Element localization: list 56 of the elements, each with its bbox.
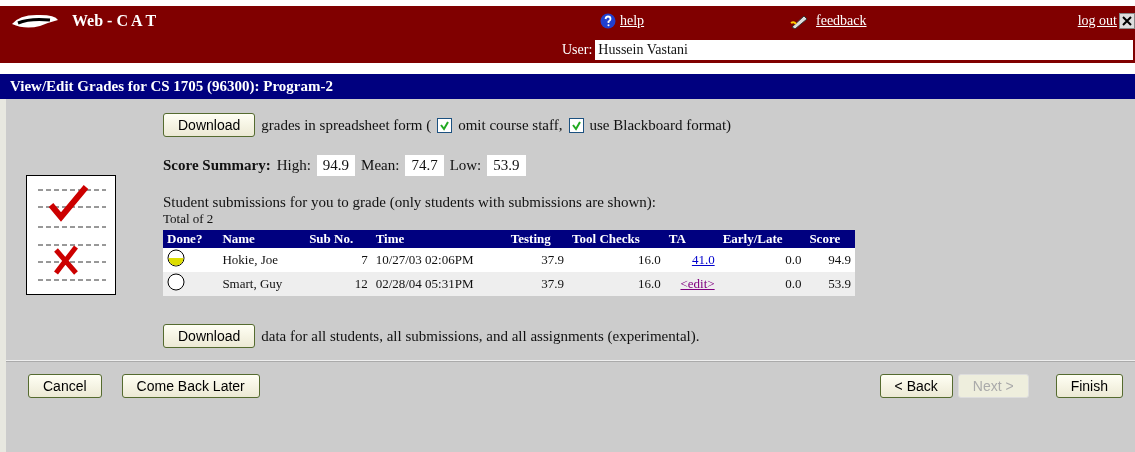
column-header: Score xyxy=(805,230,855,248)
table-cell: 7 xyxy=(305,248,372,272)
checkbox-label: use Blackboard format) xyxy=(589,116,732,134)
score-value: 53.9 xyxy=(487,155,526,176)
table-cell: 10/27/03 02:06PM xyxy=(371,248,507,272)
page-title: View/Edit Grades for CS 1705 (96300): Program-2 xyxy=(0,74,1135,99)
table-cell: 94.9 xyxy=(805,248,855,272)
table-cell: 0.0 xyxy=(718,248,806,272)
column-header: Done? xyxy=(163,230,219,248)
download-text: data for all students, all submissions, and all assignments (experimental). xyxy=(261,327,700,345)
score-value: 94.9 xyxy=(316,155,356,176)
user-name-field: Hussein Vastani xyxy=(595,39,1133,60)
table-cell: 16.0 xyxy=(568,248,665,272)
score-summary-label: Score Summary: xyxy=(163,157,271,174)
wizard-button[interactable]: Finish xyxy=(1055,374,1123,398)
column-header: Time xyxy=(371,230,507,248)
column-header: Early/Late xyxy=(718,230,806,248)
help-link[interactable]: help xyxy=(620,13,645,29)
wizard-button[interactable]: Come Back Later xyxy=(121,374,260,398)
submissions-note: Student submissions for you to grade (only students with submissions are shown): xyxy=(163,194,657,211)
table-cell: 12 xyxy=(305,272,372,296)
checkbox[interactable] xyxy=(568,117,584,133)
table-cell: 02/28/04 05:31PM xyxy=(371,272,507,296)
score-label: Low: xyxy=(449,157,482,174)
feedback-link[interactable]: feedback xyxy=(816,13,867,29)
table-cell: Smart, Guy xyxy=(218,272,306,296)
table-cell: 37.9 xyxy=(506,248,569,272)
download-button[interactable]: Download xyxy=(163,113,256,137)
table-cell: 53.9 xyxy=(805,272,855,296)
close-icon[interactable] xyxy=(1119,13,1135,29)
download-button[interactable]: Download xyxy=(163,324,256,348)
pencil-icon xyxy=(790,13,810,29)
user-label: User: xyxy=(562,41,593,58)
column-header: Tool Checks xyxy=(568,230,665,248)
column-header: Sub No. xyxy=(305,230,372,248)
wizard-button[interactable]: < Back xyxy=(879,374,953,398)
column-header: TA xyxy=(664,230,719,248)
table-cell: 16.0 xyxy=(568,272,665,296)
table-cell: Hokie, Joe xyxy=(218,248,306,272)
score-value: 74.7 xyxy=(405,155,444,176)
logout-link[interactable]: log out xyxy=(1077,13,1117,29)
logo-icon xyxy=(10,12,60,30)
download-text: grades in spreadsheet form ( xyxy=(261,116,432,134)
table-cell: 37.9 xyxy=(506,272,569,296)
table-cell: 0.0 xyxy=(718,272,806,296)
checkbox-label: omit course staff, xyxy=(458,116,563,134)
column-header: Name xyxy=(218,230,306,248)
grading-sheet-icon xyxy=(26,175,116,295)
wizard-button[interactable]: Cancel xyxy=(28,374,102,398)
app-name: Web - C A T xyxy=(72,12,157,30)
help-icon xyxy=(600,13,616,29)
checkbox[interactable] xyxy=(437,117,453,133)
total-count: Total of 2 xyxy=(163,211,215,227)
score-label: High: xyxy=(276,157,311,174)
column-header: Testing xyxy=(506,230,569,248)
score-label: Mean: xyxy=(361,157,400,174)
